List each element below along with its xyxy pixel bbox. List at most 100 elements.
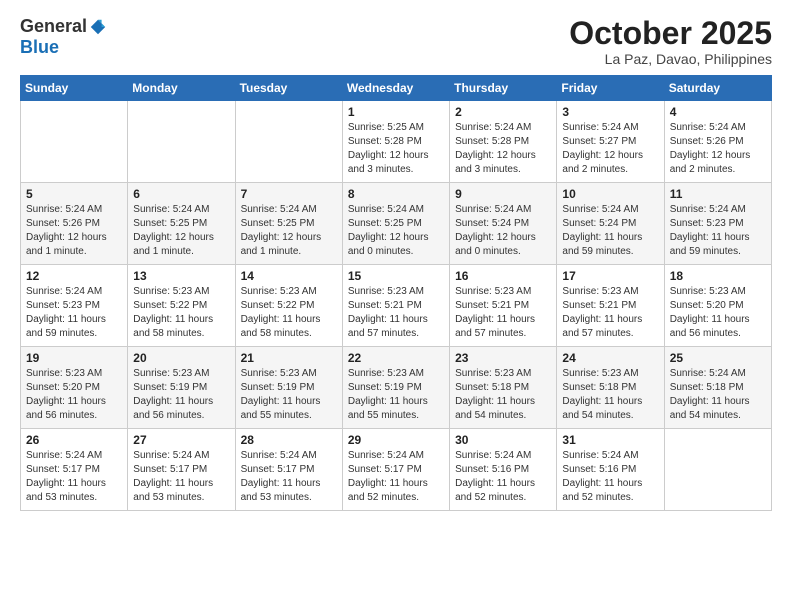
page-container: General Blue October 2025 La Paz, Davao,…	[0, 0, 792, 612]
calendar-cell	[664, 429, 771, 511]
calendar-cell: 14Sunrise: 5:23 AM Sunset: 5:22 PM Dayli…	[235, 265, 342, 347]
cell-sun-info: Sunrise: 5:24 AM Sunset: 5:18 PM Dayligh…	[670, 367, 766, 423]
cell-sun-info: Sunrise: 5:24 AM Sunset: 5:26 PM Dayligh…	[26, 203, 122, 259]
calendar-cell: 6Sunrise: 5:24 AM Sunset: 5:25 PM Daylig…	[128, 183, 235, 265]
calendar-cell: 22 Sunrise: 5:23 AM Sunset: 5:19 PM Dayli…	[342, 347, 449, 429]
cell-sun-info: Sunrise: 5:24 AM Sunset: 5:26 PM Dayligh…	[670, 121, 766, 177]
col-wednesday: Wednesday	[342, 76, 449, 101]
cell-date-number: 8	[348, 187, 444, 201]
cell-date-number: 3	[562, 105, 658, 119]
calendar-week-2: 5 Sunrise: 5:24 AM Sunset: 5:26 PM Daylig…	[21, 183, 772, 265]
cell-date-number: 20	[133, 351, 229, 365]
cell-date-number: 6	[133, 187, 229, 201]
cell-sun-info: Sunrise: 5:23 AM Sunset: 5:19 PM Dayligh…	[241, 367, 337, 423]
calendar-cell: 18 Sunrise: 5:23 AM Sunset: 5:20 PM Dayli…	[664, 265, 771, 347]
cell-date-number: 5	[26, 187, 122, 201]
calendar-cell	[235, 101, 342, 183]
calendar-cell: 25 Sunrise: 5:24 AM Sunset: 5:18 PM Dayli…	[664, 347, 771, 429]
calendar-cell: 2 Sunrise: 5:24 AM Sunset: 5:28 PM Daylig…	[450, 101, 557, 183]
logo-icon	[89, 18, 107, 36]
cell-sun-info: Sunrise: 5:23 AM Sunset: 5:22 PM Dayligh…	[133, 285, 229, 341]
cell-sun-info: Sunrise: 5:24 AM Sunset: 5:28 PM Dayligh…	[455, 121, 551, 177]
logo: General Blue	[20, 16, 107, 58]
cell-date-number: 1	[348, 105, 444, 119]
cell-sun-info: Sunrise: 5:24 AM Sunset: 5:23 PM Dayligh…	[26, 285, 122, 341]
cell-sun-info: Sunrise: 5:24 AM Sunset: 5:16 PM Dayligh…	[455, 449, 551, 505]
cell-date-number: 18	[670, 269, 766, 283]
cell-date-number: 21	[241, 351, 337, 365]
cell-date-number: 12	[26, 269, 122, 283]
cell-sun-info: Sunrise: 5:23 AM Sunset: 5:21 PM Dayligh…	[455, 285, 551, 341]
cell-date-number: 9	[455, 187, 551, 201]
calendar-cell	[128, 101, 235, 183]
calendar-week-3: 12 Sunrise: 5:24 AM Sunset: 5:23 PM Dayli…	[21, 265, 772, 347]
cell-sun-info: Sunrise: 5:24 AM Sunset: 5:23 PM Dayligh…	[670, 203, 766, 259]
calendar-cell: 9 Sunrise: 5:24 AM Sunset: 5:24 PM Daylig…	[450, 183, 557, 265]
calendar: Sunday Monday Tuesday Wednesday Thursday…	[20, 75, 772, 511]
calendar-header-row: Sunday Monday Tuesday Wednesday Thursday…	[21, 76, 772, 101]
cell-date-number: 16	[455, 269, 551, 283]
cell-sun-info: Sunrise: 5:23 AM Sunset: 5:20 PM Dayligh…	[670, 285, 766, 341]
cell-sun-info: Sunrise: 5:23 AM Sunset: 5:18 PM Dayligh…	[455, 367, 551, 423]
cell-date-number: 26	[26, 433, 122, 447]
calendar-cell: 10 Sunrise: 5:24 AM Sunset: 5:24 PM Dayli…	[557, 183, 664, 265]
calendar-cell: 13Sunrise: 5:23 AM Sunset: 5:22 PM Dayli…	[128, 265, 235, 347]
cell-sun-info: Sunrise: 5:24 AM Sunset: 5:24 PM Dayligh…	[455, 203, 551, 259]
cell-date-number: 2	[455, 105, 551, 119]
col-sunday: Sunday	[21, 76, 128, 101]
col-friday: Friday	[557, 76, 664, 101]
cell-sun-info: Sunrise: 5:24 AM Sunset: 5:16 PM Dayligh…	[562, 449, 658, 505]
location: La Paz, Davao, Philippines	[569, 51, 772, 67]
month-title: October 2025	[569, 16, 772, 51]
cell-sun-info: Sunrise: 5:24 AM Sunset: 5:17 PM Dayligh…	[241, 449, 337, 505]
cell-date-number: 17	[562, 269, 658, 283]
calendar-cell: 24Sunrise: 5:23 AM Sunset: 5:18 PM Dayli…	[557, 347, 664, 429]
title-section: October 2025 La Paz, Davao, Philippines	[569, 16, 772, 67]
cell-date-number: 29	[348, 433, 444, 447]
calendar-cell: 21 Sunrise: 5:23 AM Sunset: 5:19 PM Dayli…	[235, 347, 342, 429]
calendar-cell: 8 Sunrise: 5:24 AM Sunset: 5:25 PM Daylig…	[342, 183, 449, 265]
calendar-cell: 17Sunrise: 5:23 AM Sunset: 5:21 PM Dayli…	[557, 265, 664, 347]
calendar-cell: 30Sunrise: 5:24 AM Sunset: 5:16 PM Dayli…	[450, 429, 557, 511]
cell-date-number: 27	[133, 433, 229, 447]
cell-sun-info: Sunrise: 5:23 AM Sunset: 5:18 PM Dayligh…	[562, 367, 658, 423]
cell-sun-info: Sunrise: 5:23 AM Sunset: 5:19 PM Dayligh…	[348, 367, 444, 423]
calendar-cell: 3 Sunrise: 5:24 AM Sunset: 5:27 PM Daylig…	[557, 101, 664, 183]
cell-sun-info: Sunrise: 5:23 AM Sunset: 5:20 PM Dayligh…	[26, 367, 122, 423]
calendar-cell: 1Sunrise: 5:25 AM Sunset: 5:28 PM Daylig…	[342, 101, 449, 183]
calendar-cell: 27 Sunrise: 5:24 AM Sunset: 5:17 PM Dayli…	[128, 429, 235, 511]
calendar-cell: 26 Sunrise: 5:24 AM Sunset: 5:17 PM Dayli…	[21, 429, 128, 511]
calendar-cell: 29 Sunrise: 5:24 AM Sunset: 5:17 PM Dayli…	[342, 429, 449, 511]
cell-date-number: 23	[455, 351, 551, 365]
cell-date-number: 22	[348, 351, 444, 365]
cell-sun-info: Sunrise: 5:23 AM Sunset: 5:22 PM Dayligh…	[241, 285, 337, 341]
logo-text: General	[20, 16, 107, 37]
cell-sun-info: Sunrise: 5:23 AM Sunset: 5:19 PM Dayligh…	[133, 367, 229, 423]
cell-date-number: 10	[562, 187, 658, 201]
calendar-cell: 23 Sunrise: 5:23 AM Sunset: 5:18 PM Dayli…	[450, 347, 557, 429]
header: General Blue October 2025 La Paz, Davao,…	[20, 16, 772, 67]
cell-date-number: 25	[670, 351, 766, 365]
cell-sun-info: Sunrise: 5:24 AM Sunset: 5:17 PM Dayligh…	[348, 449, 444, 505]
cell-sun-info: Sunrise: 5:24 AM Sunset: 5:25 PM Dayligh…	[241, 203, 337, 259]
cell-date-number: 19	[26, 351, 122, 365]
calendar-cell: 4 Sunrise: 5:24 AM Sunset: 5:26 PM Daylig…	[664, 101, 771, 183]
calendar-cell: 7 Sunrise: 5:24 AM Sunset: 5:25 PM Daylig…	[235, 183, 342, 265]
col-tuesday: Tuesday	[235, 76, 342, 101]
cell-date-number: 4	[670, 105, 766, 119]
cell-sun-info: Sunrise: 5:24 AM Sunset: 5:27 PM Dayligh…	[562, 121, 658, 177]
cell-sun-info: Sunrise: 5:24 AM Sunset: 5:25 PM Dayligh…	[348, 203, 444, 259]
calendar-cell: 15 Sunrise: 5:23 AM Sunset: 5:21 PM Dayli…	[342, 265, 449, 347]
cell-sun-info: Sunrise: 5:24 AM Sunset: 5:17 PM Dayligh…	[133, 449, 229, 505]
cell-sun-info: Sunrise: 5:23 AM Sunset: 5:21 PM Dayligh…	[348, 285, 444, 341]
cell-sun-info: Sunrise: 5:24 AM Sunset: 5:24 PM Dayligh…	[562, 203, 658, 259]
calendar-week-5: 26 Sunrise: 5:24 AM Sunset: 5:17 PM Dayli…	[21, 429, 772, 511]
cell-sun-info: Sunrise: 5:24 AM Sunset: 5:17 PM Dayligh…	[26, 449, 122, 505]
calendar-cell	[21, 101, 128, 183]
cell-date-number: 31	[562, 433, 658, 447]
cell-date-number: 7	[241, 187, 337, 201]
calendar-cell: 28Sunrise: 5:24 AM Sunset: 5:17 PM Dayli…	[235, 429, 342, 511]
calendar-cell: 11Sunrise: 5:24 AM Sunset: 5:23 PM Dayli…	[664, 183, 771, 265]
calendar-cell: 19 Sunrise: 5:23 AM Sunset: 5:20 PM Dayli…	[21, 347, 128, 429]
cell-date-number: 15	[348, 269, 444, 283]
